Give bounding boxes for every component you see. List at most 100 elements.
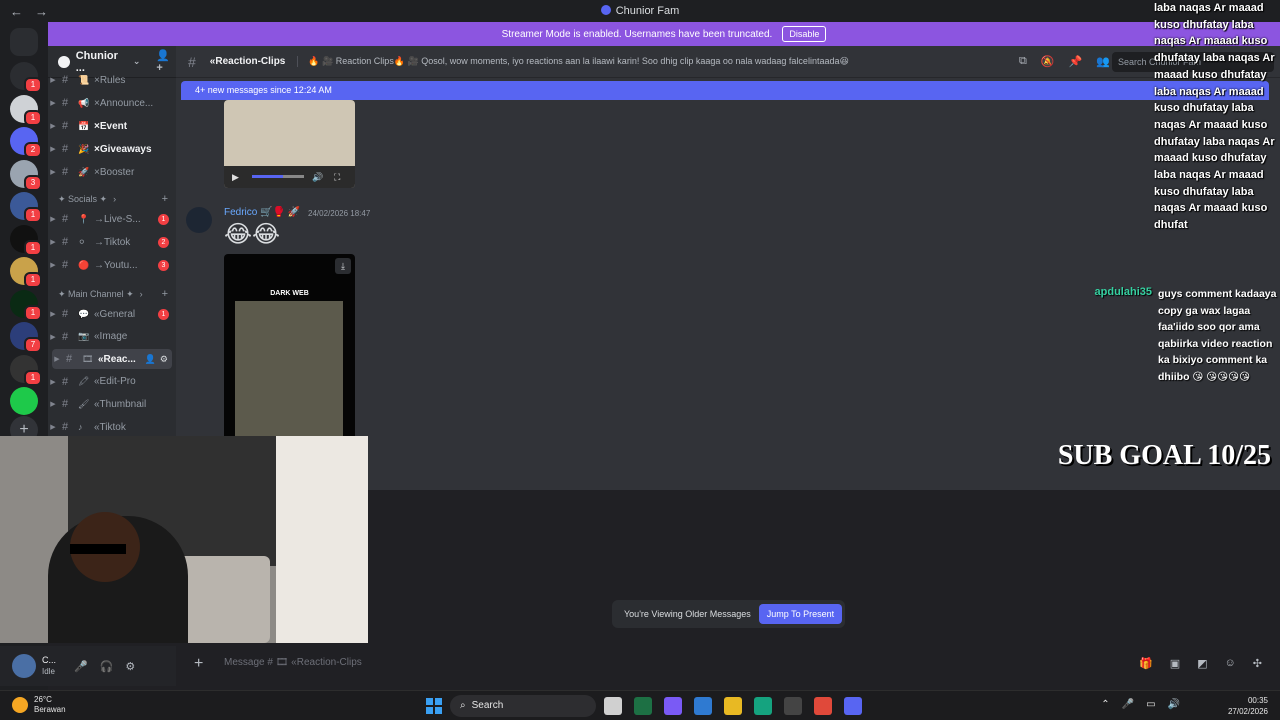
gif-icon[interactable]: ▣ [1170,657,1180,670]
chevron-up-icon[interactable]: ⌃ [1101,699,1109,710]
sticker-icon[interactable]: ◩ [1197,657,1207,670]
play-icon[interactable]: ▶ [232,172,239,183]
volume-icon[interactable]: 🔊 [312,172,323,183]
member-list-icon[interactable]: 👥 [1096,55,1110,68]
emoji-icon[interactable]: ☺ [1225,657,1236,670]
header-toolbar: ⧉ 🔕 📌 👥 [1019,55,1110,68]
weather-widget[interactable]: 26°C Berawan [12,695,66,715]
settings-gear-icon[interactable]: ⚙ [125,660,135,673]
excel-icon[interactable] [634,697,652,715]
store-icon[interactable] [694,697,712,715]
channel-emoji: 📅 [78,120,90,131]
volume-icon[interactable]: 🔊 [1168,699,1180,710]
chevron-right-icon: ▶ [54,356,60,364]
microphone-icon[interactable]: 🎤 [74,660,88,673]
server-icon[interactable]: 2 [10,127,42,158]
channel-item[interactable]: ▶ # ♪ «Tiktok [48,417,176,436]
unread-badge: 1 [24,239,42,256]
channel-emoji: 🚀 [78,166,90,177]
settings-gear-icon[interactable]: ⚙ [160,354,168,365]
server-icon[interactable]: 1 [10,224,42,256]
hash-icon: # [62,143,69,155]
chevron-right-icon: › [139,289,143,299]
channel-item[interactable]: ▶ # 🖌 «Thumbnail [48,394,176,414]
file-explorer-icon[interactable] [604,697,622,715]
headphones-icon[interactable]: 🎧 [100,660,114,673]
microphone-icon[interactable]: 🎤 [1122,699,1134,710]
category-main-channel[interactable]: ✦ Main Channel ✦ › + [58,288,168,300]
channel-item[interactable]: ▶ # 🚀 ×Booster [48,162,176,182]
video-progress[interactable] [252,175,304,178]
video-attachment[interactable]: ▶ 🔊 ⛶ [224,100,355,188]
server-icon[interactable]: 7 [10,322,42,353]
avatar[interactable] [186,207,212,233]
channel-topic[interactable]: 🔥 🎥 Reaction Clips🔥 🎥 Qosol, wow moments… [297,56,849,67]
obs-icon[interactable] [784,697,802,715]
discord-icon[interactable] [844,697,862,715]
jump-to-present-button[interactable]: Jump To Present [758,604,843,624]
channel-item[interactable]: ▶ # 🔴 →Youtu... 3 [48,255,176,275]
category-socials[interactable]: ✦ Socials ✦ › + [58,193,168,205]
server-icon[interactable]: 1 [10,354,42,386]
invite-icon[interactable]: 👤 [145,354,156,365]
channel-name: ×Rules [94,74,126,86]
message-input[interactable]: Message # 🎞 «Reaction-Clips [224,657,362,668]
chevron-right-icon: ▶ [50,401,56,409]
message-author[interactable]: Fedrico 🛒🥊 🚀 [224,207,300,218]
hash-icon: # [62,421,69,433]
edge-icon[interactable] [754,697,772,715]
server-icon[interactable]: 1 [10,94,42,126]
unread-badge: 1 [158,213,169,225]
channel-item[interactable]: ▶ # 📅 ×Event [48,116,176,136]
channel-item[interactable]: ▶ # 🎞 «Reac... 👤 ⚙ [52,349,172,370]
channel-name: «Image [94,331,128,343]
add-channel-icon[interactable]: + [162,193,168,205]
server-icon[interactable]: 1 [10,192,42,223]
microsoft-365-icon[interactable] [664,697,682,715]
server-icon[interactable]: 1 [10,62,42,93]
channel-item[interactable]: ▶ # 🎉 ×Giveaways [48,139,176,159]
add-attachment-icon[interactable]: + [194,655,203,673]
channel-item[interactable]: ▶ # ⚪ →Tiktok 2 [48,232,176,252]
server-icon[interactable]: 3 [10,159,42,191]
channel-emoji: 🎞 [82,353,94,364]
chevron-right-icon: ▶ [50,239,56,246]
threads-icon[interactable]: ⧉ [1019,55,1027,68]
taskbar-search[interactable]: ⌕ Search [450,695,596,717]
folder-icon[interactable] [724,697,742,715]
channel-item[interactable]: ▶ # 📜 ×Rules [48,70,176,90]
notification-bell-icon[interactable]: 🔕 [1041,55,1055,68]
video-attachment[interactable]: DARK WEB ⤓ [224,254,355,444]
server-icon[interactable]: 1 [10,257,42,288]
channel-item[interactable]: ▶ # 🖍 «Edit-Pro [48,372,176,392]
channel-name: «General [94,308,136,320]
new-messages-bar[interactable]: 4+ new messages since 12:24 AM [181,81,1269,100]
hash-icon: # [62,213,69,225]
channel-item[interactable]: ▶ # 📍 →Live-S... 1 [48,209,176,229]
webcam-overlay [0,436,368,643]
chrome-icon[interactable] [814,697,832,715]
server-icon[interactable]: 1 [10,289,42,321]
channel-item[interactable]: ▶ # 💬 «General 1 [48,304,176,324]
channel-item[interactable]: ▶ # 📷 «Image [48,327,176,347]
hash-icon: # [62,97,69,109]
disable-streamer-mode-button[interactable]: Disable [782,26,827,42]
clock[interactable]: 00:35 27/02/2026 [1228,695,1268,717]
channel-item[interactable]: ▶ # 📢 ×Announce... [48,93,176,113]
unread-badge: 7 [24,337,42,353]
avatar[interactable] [12,654,36,678]
server-icon[interactable] [10,387,38,415]
user-info[interactable]: C... Idle [42,655,56,677]
add-channel-icon[interactable]: + [162,288,168,300]
windows-start-icon[interactable] [426,698,442,714]
apps-icon[interactable]: ✣ [1253,657,1262,670]
pin-icon[interactable]: 📌 [1069,55,1083,68]
monitor-icon[interactable]: ▭ [1146,699,1155,710]
direct-messages-icon[interactable] [10,28,38,56]
download-icon[interactable]: ⤓ [335,258,351,274]
hash-icon: # [66,353,73,366]
chevron-down-icon[interactable]: ⌄ [133,56,141,67]
chevron-right-icon: ▶ [50,216,56,223]
gift-icon[interactable]: 🎁 [1139,657,1153,670]
fullscreen-icon[interactable]: ⛶ [334,172,340,183]
